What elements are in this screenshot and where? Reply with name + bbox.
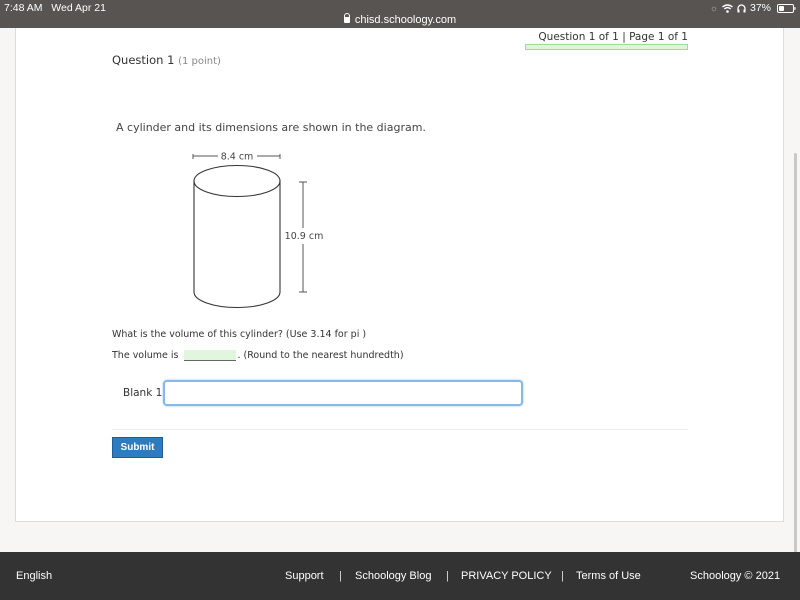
battery-icon [777, 3, 796, 13]
page-content: Question 1 of 1 | Page 1 of 1 Question 1… [0, 28, 800, 553]
cylinder-diagram: 8.4 cm 10.9 cm [192, 152, 324, 309]
scrollbar-thumb[interactable] [794, 153, 797, 553]
question-points: (1 point) [178, 56, 221, 67]
submit-button[interactable]: Submit [112, 437, 163, 458]
diameter-label: 8.4 cm [221, 152, 254, 163]
divider [112, 429, 688, 430]
answer-sentence: The volume is . (Round to the nearest hu… [112, 350, 404, 361]
footer-copyright: Schoology © 2021 [690, 570, 781, 582]
answer-suffix: . (Round to the nearest hundredth) [237, 350, 404, 361]
url-text: chisd.schoology.com [354, 14, 457, 26]
footer: English Support | Schoology Blog | PRIVA… [0, 552, 800, 600]
brightness-icon: ☼ [709, 3, 718, 13]
headphones-icon [737, 3, 746, 12]
status-indicators: ☼ 37% [709, 2, 796, 14]
battery-percent: 37% [749, 2, 771, 14]
status-bar: 7:48 AM Wed Apr 21 ☼ 37% chisd.schoology… [0, 0, 800, 28]
footer-link-privacy[interactable]: PRIVACY POLICY [461, 570, 552, 582]
question-title: Question 1 (1 point) [112, 53, 221, 67]
progress-fill [526, 45, 687, 49]
height-label: 10.9 cm [285, 231, 324, 242]
address-bar[interactable]: chisd.schoology.com [0, 13, 800, 26]
status-time: 7:48 AM Wed Apr 21 [4, 2, 106, 14]
footer-link-support[interactable]: Support [285, 570, 324, 582]
footer-separator: | [339, 570, 342, 582]
footer-link-blog[interactable]: Schoology Blog [355, 570, 431, 582]
progress-bar [525, 44, 688, 50]
time-text: 7:48 AM [4, 2, 43, 14]
footer-separator: | [446, 570, 449, 582]
inline-blank-1 [183, 350, 236, 361]
answer-prefix: The volume is [112, 350, 179, 361]
cylinder-shape [193, 164, 281, 309]
diameter-dimension: 8.4 cm [192, 152, 281, 163]
blank-1-label: Blank 1: [123, 387, 166, 399]
footer-link-terms[interactable]: Terms of Use [576, 570, 641, 582]
progress-label: Question 1 of 1 | Page 1 of 1 [538, 31, 688, 43]
footer-separator: | [561, 570, 564, 582]
question-prompt: A cylinder and its dimensions are shown … [116, 121, 426, 134]
blank-1-input[interactable] [163, 380, 523, 406]
wifi-icon [722, 3, 733, 13]
lock-icon [343, 13, 350, 23]
question-text: What is the volume of this cylinder? (Us… [112, 329, 367, 340]
height-dimension: 10.9 cm [285, 181, 324, 293]
question-number: Question 1 [112, 53, 175, 67]
date-text: Wed Apr 21 [51, 2, 106, 14]
language-selector[interactable]: English [16, 570, 52, 582]
